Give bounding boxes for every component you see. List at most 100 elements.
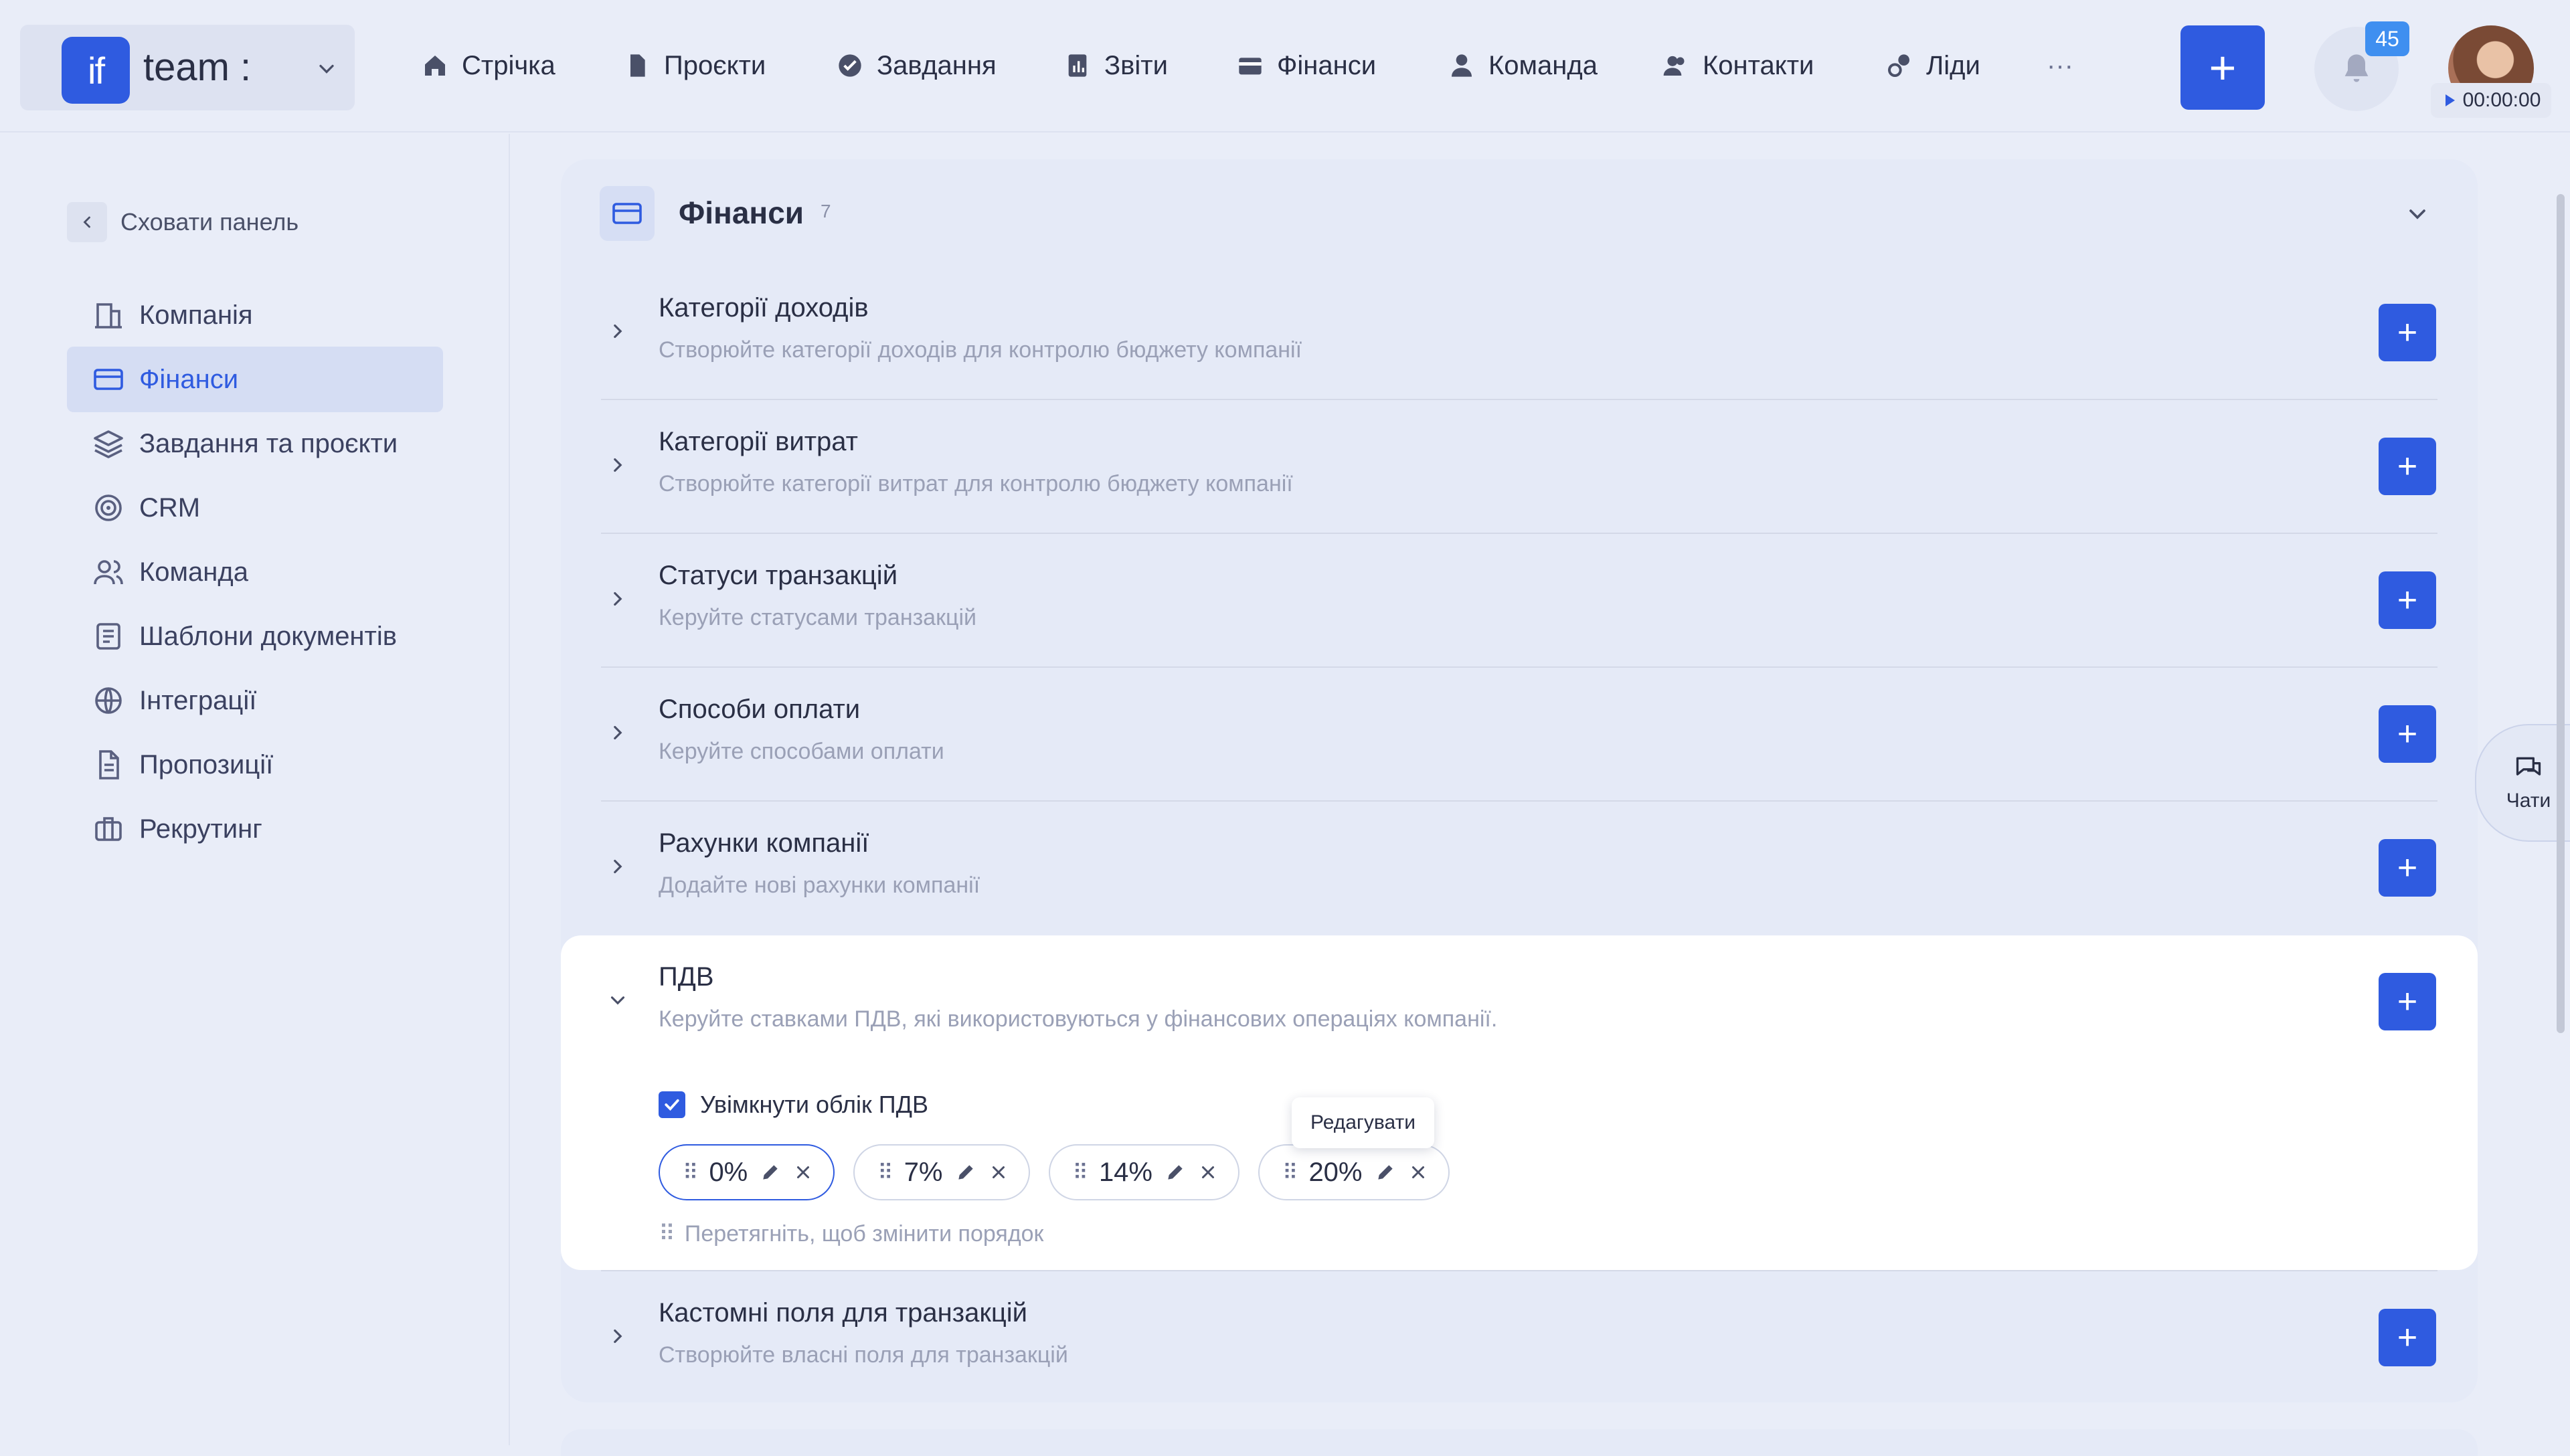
vat-panel: ПДВ Керуйте ставками ПДВ, які використов… — [561, 935, 2478, 1270]
sidebar-item-label: Команда — [139, 557, 248, 587]
vat-rate-value: 14% — [1098, 1157, 1152, 1187]
globe-icon — [92, 685, 124, 717]
target-icon — [92, 492, 124, 524]
sidebar-item-finance[interactable]: Фінанси — [67, 347, 443, 412]
nav-label: Проєкти — [664, 50, 766, 80]
briefcase-icon — [92, 813, 124, 845]
add-vat-rate-button[interactable]: + — [2379, 973, 2436, 1030]
nav-item-projects[interactable]: Проєкти — [624, 32, 766, 99]
add-income-category-button[interactable]: + — [2379, 304, 2436, 361]
settings-row-income-categories[interactable]: Категорії доходів Створюйте категорії до… — [601, 266, 2437, 400]
brand-logo: if — [62, 37, 130, 104]
vat-rate-chip[interactable]: ⠿ 14% — [1048, 1144, 1239, 1200]
drag-handle-icon[interactable]: ⠿ — [877, 1160, 893, 1185]
sidebar-item-crm[interactable]: CRM — [67, 475, 443, 541]
nav-label: Ліди — [1926, 50, 1980, 80]
vat-rate-chip[interactable]: ⠿ 20% — [1258, 1144, 1450, 1200]
row-title: Статуси транзакцій — [659, 561, 898, 590]
nav-label: Звіти — [1104, 50, 1168, 80]
chevron-down-icon[interactable] — [601, 984, 634, 1017]
chevron-left-icon — [67, 202, 107, 242]
sidebar-item-recruiting[interactable]: Рекрутинг — [67, 796, 443, 862]
bell-icon — [2339, 52, 2374, 86]
drag-handle-icon[interactable]: ⠿ — [1282, 1160, 1298, 1185]
vat-rate-value: 0% — [709, 1157, 748, 1187]
drag-handle-icon[interactable]: ⠿ — [683, 1160, 698, 1185]
edit-icon[interactable] — [760, 1162, 781, 1183]
nav-item-finance[interactable]: Фінанси — [1237, 32, 1376, 99]
proposal-icon — [92, 749, 124, 781]
time-tracker[interactable]: 00:00:00 — [2431, 83, 2551, 118]
sidebar-item-label: CRM — [139, 492, 201, 523]
sidebar-item-team[interactable]: Команда — [67, 539, 443, 605]
create-button[interactable]: + — [2180, 25, 2265, 110]
home-icon — [422, 52, 448, 79]
close-icon[interactable] — [793, 1162, 813, 1182]
edit-icon[interactable] — [955, 1162, 976, 1183]
chevron-right-icon[interactable] — [601, 1320, 634, 1353]
nav-item-team[interactable]: Команда — [1448, 32, 1598, 99]
add-transaction-status-button[interactable]: + — [2379, 571, 2436, 629]
chevron-right-icon[interactable] — [601, 850, 634, 883]
plus-icon: + — [2397, 447, 2418, 486]
close-icon[interactable] — [1408, 1162, 1428, 1182]
card-icon — [92, 363, 124, 395]
sidebar-item-doc-templates[interactable]: Шаблони документів — [67, 604, 443, 669]
nav-item-tasks[interactable]: Завдання — [837, 32, 997, 99]
nav-item-leads[interactable]: Ліди — [1886, 32, 1980, 99]
settings-row-company-accounts[interactable]: Рахунки компанії Додайте нові рахунки ко… — [601, 802, 2437, 935]
vat-rate-value: 7% — [904, 1157, 943, 1187]
workspace-switcher[interactable]: if team : — [20, 25, 355, 110]
add-company-account-button[interactable]: + — [2379, 839, 2436, 897]
edit-icon[interactable] — [1375, 1162, 1396, 1183]
add-payment-method-button[interactable]: + — [2379, 705, 2436, 763]
sidebar-item-company[interactable]: Компанія — [67, 282, 443, 348]
chats-button[interactable]: Чати — [2475, 724, 2570, 842]
wallet-icon — [1237, 52, 1264, 79]
vat-rate-chip[interactable]: ⠿ 0% — [659, 1144, 835, 1200]
section-title: Фінанси — [679, 195, 804, 230]
plus-icon: + — [2209, 41, 2237, 94]
enable-vat-checkbox[interactable]: Увімкнути облік ПДВ — [659, 1091, 928, 1119]
nav-item-feed[interactable]: Стрічка — [422, 32, 555, 99]
chevron-right-icon[interactable] — [601, 716, 634, 749]
users-icon — [92, 556, 124, 588]
settings-row-payment-methods[interactable]: Способи оплати Керуйте способами оплати … — [601, 668, 2437, 802]
close-icon[interactable] — [1198, 1162, 1218, 1182]
sidebar-item-label: Фінанси — [139, 364, 239, 394]
more-menu-button[interactable]: ··· — [2047, 32, 2073, 99]
chevron-right-icon[interactable] — [601, 582, 634, 616]
nav-item-contacts[interactable]: Контакти — [1662, 32, 1814, 99]
chevron-right-icon[interactable] — [601, 314, 634, 348]
sidebar-item-integrations[interactable]: Інтеграції — [67, 668, 443, 733]
sidebar-item-label: Рекрутинг — [139, 814, 262, 844]
notification-count-badge: 45 — [2365, 21, 2409, 56]
contacts-icon — [1662, 52, 1689, 79]
row-title: Категорії доходів — [659, 293, 869, 323]
drag-handle-icon[interactable]: ⠿ — [1073, 1160, 1088, 1185]
vat-rate-chip[interactable]: ⠿ 7% — [853, 1144, 1030, 1200]
chevron-right-icon[interactable] — [601, 448, 634, 482]
row-description: Створюйте власні поля для транзакцій — [659, 1342, 1068, 1368]
collapse-section-button[interactable] — [2404, 201, 2431, 227]
leads-icon — [1886, 52, 1913, 79]
settings-row-transaction-statuses[interactable]: Статуси транзакцій Керуйте статусами тра… — [601, 534, 2437, 668]
edit-icon[interactable] — [1165, 1162, 1186, 1183]
add-expense-category-button[interactable]: + — [2379, 438, 2436, 495]
row-description: Керуйте способами оплати — [659, 739, 944, 764]
settings-row-expense-categories[interactable]: Категорії витрат Створюйте категорії вит… — [601, 400, 2437, 534]
add-custom-field-button[interactable]: + — [2379, 1309, 2436, 1366]
report-icon — [1064, 52, 1091, 79]
nav-item-reports[interactable]: Звіти — [1064, 32, 1168, 99]
nav-label: Стрічка — [462, 50, 555, 80]
settings-row-custom-fields[interactable]: Кастомні поля для транзакцій Створюйте в… — [601, 1270, 2437, 1404]
sidebar-item-proposals[interactable]: Пропозиції — [67, 732, 443, 798]
chat-icon — [2514, 753, 2543, 783]
row-title: Способи оплати — [659, 695, 861, 724]
close-icon[interactable] — [989, 1162, 1009, 1182]
sidebar-item-tasks-projects[interactable]: Завдання та проєкти — [67, 411, 443, 476]
scrollbar[interactable] — [2557, 194, 2565, 1033]
timer-value: 00:00:00 — [2462, 89, 2541, 111]
sidebar-item-label: Шаблони документів — [139, 621, 397, 651]
hide-panel-button[interactable]: Сховати панель — [67, 202, 298, 242]
